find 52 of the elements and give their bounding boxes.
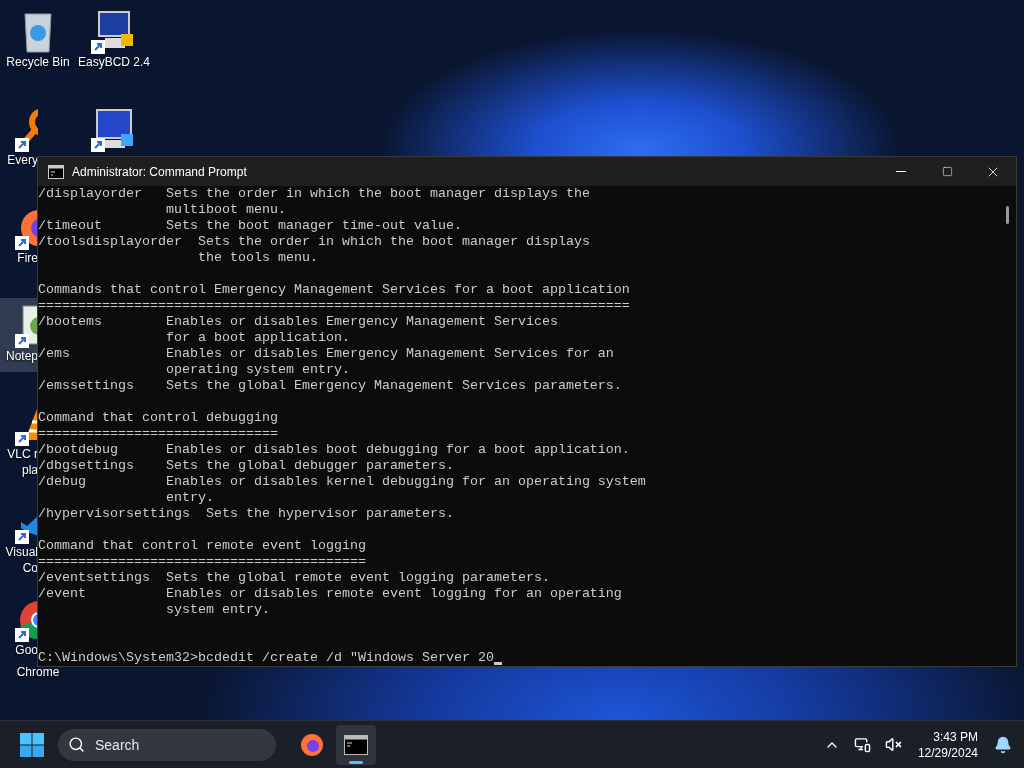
taskbar-app-button[interactable] <box>336 724 376 765</box>
console-line: /bootems Enables or disables Emergency Management Services <box>38 314 558 330</box>
text-cursor <box>493 662 502 665</box>
icon-label: Recycle Bin <box>6 54 70 70</box>
browser-app-icon <box>299 731 325 758</box>
console-line: /timeout Sets the boot manager time-out value. <box>38 218 462 234</box>
console-line: entry. <box>164 490 214 506</box>
scrollbar-thumb[interactable] <box>1006 206 1009 224</box>
command-prompt-line: C:\Windows\System32>bcdedit /create /d "Windows Server 20 <box>38 650 494 666</box>
console-line: /eventsettings Sets the global remote event logging parameters. <box>38 570 550 586</box>
icon-label: Visual <box>4 544 38 560</box>
icon-label: Chrome <box>16 664 60 680</box>
console-line: ============================== <box>38 426 278 442</box>
icon-label: Co <box>21 561 38 576</box>
icon-label: VLC r <box>6 446 38 462</box>
maximize-icon <box>941 166 953 177</box>
console-line: /debug Enables or disables kernel debugging for an operating system <box>38 474 646 490</box>
icon-label: Every <box>6 152 38 168</box>
console-line: /displayorder Sets the order in which the boot manager displays the <box>38 186 590 202</box>
terminal-app-icon <box>344 734 368 755</box>
console-line: multiboot menu. <box>164 202 286 218</box>
console-line: /dbgsettings Sets the global debugger parameters. <box>38 458 454 474</box>
console-line: operating system entry. <box>164 362 350 378</box>
console-line: for a boot application. <box>164 330 350 346</box>
icon-label: Goo <box>14 642 38 657</box>
windows-logo-icon <box>20 732 44 757</box>
console-line: ========================================= <box>38 554 366 569</box>
console-line: Command that control debugging <box>38 410 278 426</box>
icon-label: Fire <box>16 250 38 266</box>
active-indicator <box>349 760 363 764</box>
clock[interactable]: 3:43 PM 12/29/2024 <box>911 728 984 761</box>
terminal-icon <box>48 164 64 179</box>
console-line: /emssettings Sets the global Emergency Management Services parameters. <box>38 378 622 394</box>
icon-label: Notep <box>4 348 38 364</box>
console-line: /hypervisorsettings Sets the hypervisor parameters. <box>38 506 454 522</box>
console-line: ========================================================================== <box>38 298 630 314</box>
search-bar[interactable]: Search <box>58 728 276 761</box>
console-line: Commands that control Emergency Management Services for a boot application <box>38 282 630 298</box>
search-icon <box>68 736 85 753</box>
console-line: /toolsdisplayorder Sets the order in which the boot manager displays <box>38 234 590 250</box>
window-title: Administrator: Command Prompt <box>72 164 248 179</box>
console-line: /ems Enables or disables Emergency Management Services for an <box>38 346 614 362</box>
console-line: /event Enables or disables remote event logging for an operating <box>38 586 622 602</box>
console-line: system entry. <box>164 602 270 618</box>
app-shortcut-icon[interactable] <box>15 106 38 152</box>
console-line: the tools menu. <box>196 250 318 266</box>
search-field[interactable]: Search <box>93 735 247 754</box>
icon-label: EasyBCD 2.4 <box>78 54 150 70</box>
minimize-icon <box>896 171 906 172</box>
console-line: Command that control remote event logging <box>38 538 366 554</box>
console-line: /bootdebug Enables or disables boot debugging for a boot application. <box>38 442 630 458</box>
icon-label: pla <box>21 462 38 478</box>
